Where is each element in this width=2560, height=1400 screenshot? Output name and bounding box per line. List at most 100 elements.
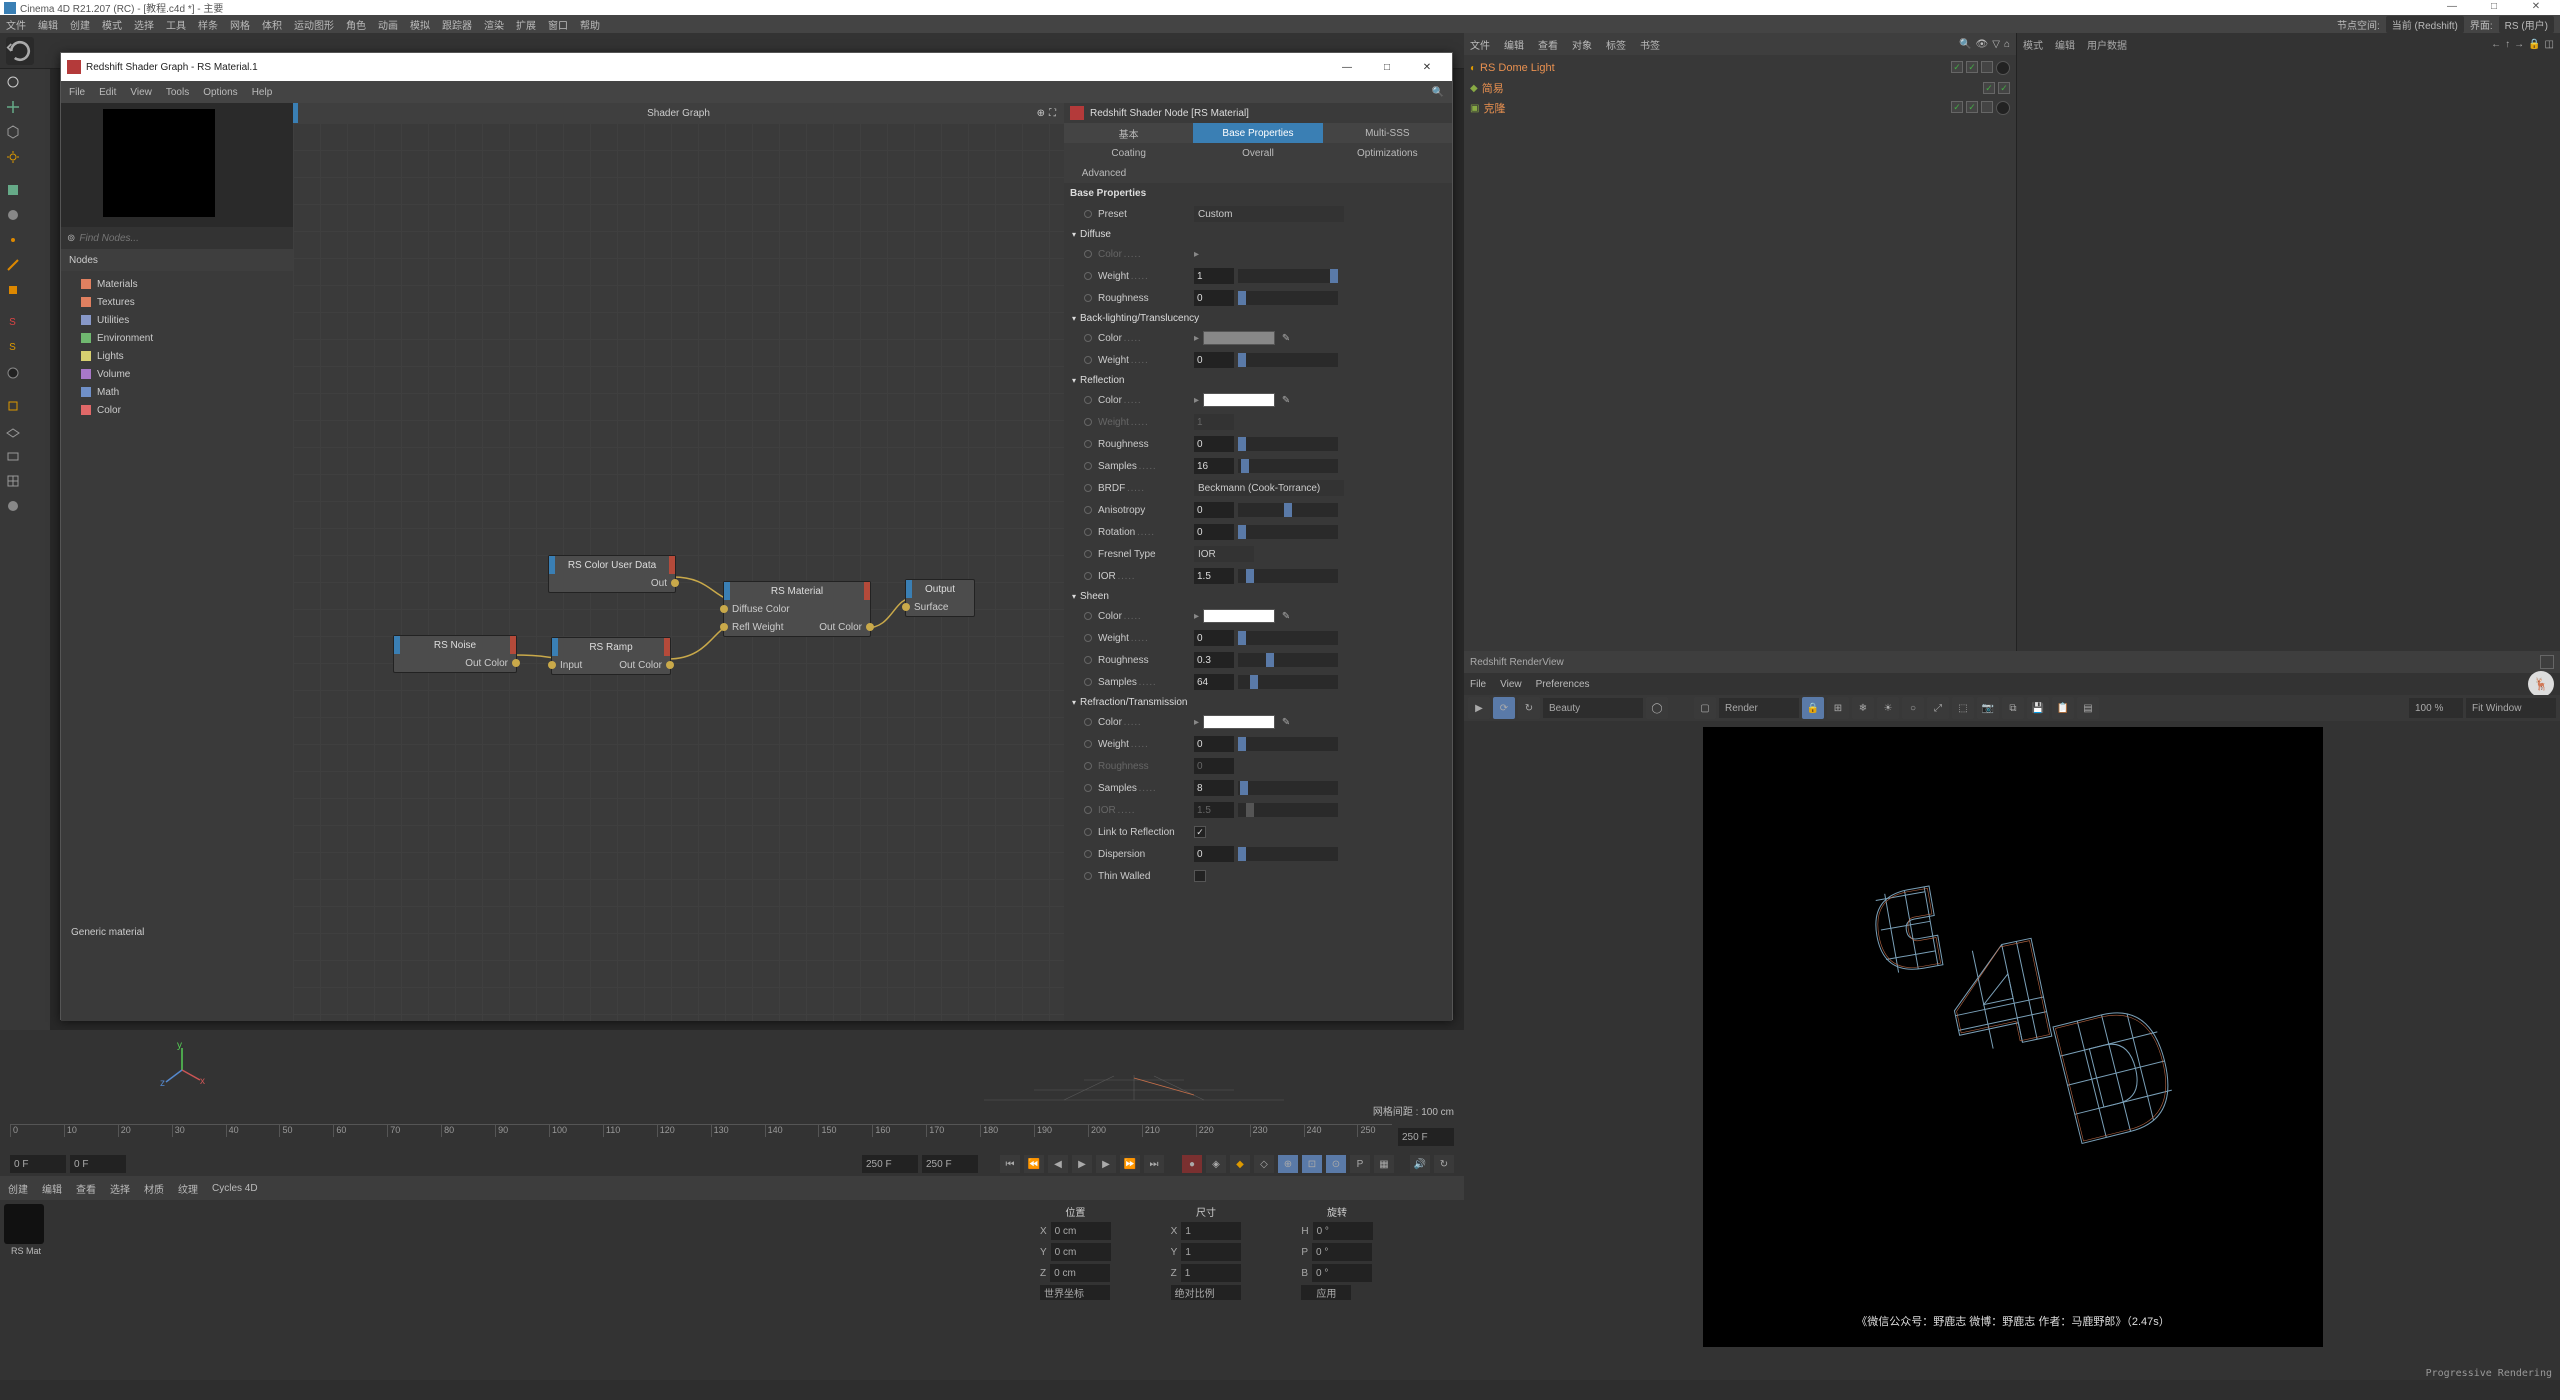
keyframe-button[interactable]: ◆ [1230, 1155, 1250, 1173]
workplane-icon[interactable] [0, 418, 25, 443]
key-all-button[interactable]: ◇ [1254, 1155, 1274, 1173]
maximize-icon[interactable]: ⛶ [1049, 108, 1056, 119]
menu-item[interactable]: File [69, 87, 85, 98]
menu-item[interactable]: 编辑 [42, 1181, 62, 1196]
zoom-field[interactable]: 100 % [2409, 698, 2463, 718]
menu-item[interactable]: 用户数据 [2087, 37, 2127, 52]
menu-item[interactable]: Edit [99, 87, 116, 98]
tab-base-properties[interactable]: Base Properties [1193, 123, 1322, 143]
gear-icon[interactable] [0, 144, 25, 169]
pos-z-input[interactable]: 0 cm [1050, 1264, 1110, 1282]
menu-item[interactable]: File [1470, 679, 1486, 690]
pin-icon[interactable]: ⊕ [1037, 108, 1045, 119]
move-icon[interactable] [0, 94, 25, 119]
prev-key-button[interactable]: ⏪ [1024, 1155, 1044, 1173]
render-toggle[interactable] [1966, 61, 1978, 73]
axis-x-icon[interactable]: S [0, 310, 25, 335]
visibility-toggle[interactable] [1983, 82, 1995, 94]
refr-weight-input[interactable]: 0 [1194, 736, 1234, 752]
menu-item[interactable]: Cycles 4D [212, 1183, 258, 1194]
history-icon[interactable]: ▤ [2077, 697, 2099, 719]
rot-key-button[interactable]: ⊙ [1326, 1155, 1346, 1173]
tree-item[interactable]: Textures [61, 293, 293, 311]
end-frame-1[interactable]: 250 F [862, 1155, 918, 1173]
menu-item[interactable]: 创建 [70, 17, 90, 32]
back-color-swatch[interactable] [1203, 331, 1275, 345]
rot-h-input[interactable]: 0 ° [1313, 1222, 1373, 1240]
circle-icon[interactable]: ○ [1902, 697, 1924, 719]
menu-item[interactable]: 工具 [166, 17, 186, 32]
tab-multisss[interactable]: Multi-SSS [1323, 123, 1452, 143]
tree-item[interactable]: Color [61, 401, 293, 419]
menu-item[interactable]: 书签 [1640, 37, 1660, 52]
shader-window-titlebar[interactable]: Redshift Shader Graph - RS Material.1 — … [61, 53, 1452, 81]
pos-key-button[interactable]: ⊕ [1278, 1155, 1298, 1173]
tab-overall[interactable]: Overall [1193, 143, 1322, 163]
tag-icon[interactable] [1981, 101, 1993, 113]
ipr-button[interactable]: ⟳ [1493, 697, 1515, 719]
restore-icon[interactable] [2540, 655, 2554, 669]
region-icon[interactable]: ⬚ [1952, 697, 1974, 719]
menu-item[interactable]: Help [252, 87, 273, 98]
autokey-button[interactable]: ◈ [1206, 1155, 1226, 1173]
menu-item[interactable]: 纹理 [178, 1181, 198, 1196]
sound-button[interactable]: 🔊 [1410, 1155, 1430, 1173]
compare-icon[interactable]: ⧉ [2002, 697, 2024, 719]
next-frame-button[interactable]: ▶ [1096, 1155, 1116, 1173]
crop-icon[interactable]: ▢ [1694, 697, 1716, 719]
poly-mode-icon[interactable] [0, 277, 25, 302]
coord-mode-select[interactable]: 世界坐标 [1040, 1285, 1110, 1300]
shader-canvas[interactable]: RS Color User Data Out RS Noise Out Colo… [293, 123, 1064, 1021]
sheen-rough-input[interactable]: 0.3 [1194, 652, 1234, 668]
tree-item[interactable]: Lights [61, 347, 293, 365]
sheen-weight-slider[interactable] [1238, 631, 1338, 645]
play-button[interactable]: ▶ [1072, 1155, 1092, 1173]
grid-icon[interactable] [0, 468, 25, 493]
lock-icon[interactable]: 🔒 [1802, 697, 1824, 719]
aniso-slider[interactable] [1238, 503, 1338, 517]
window-close[interactable]: ✕ [2516, 1, 2556, 15]
dispersion-slider[interactable] [1238, 847, 1338, 861]
material-name[interactable]: RS Mat [4, 1246, 48, 1256]
param-key-button[interactable]: P [1350, 1155, 1370, 1173]
color-picker-icon[interactable]: ✎ [1279, 331, 1293, 345]
menu-item[interactable]: 标签 [1606, 37, 1626, 52]
sheen-color-swatch[interactable] [1203, 609, 1275, 623]
node-output[interactable]: Output Surface [905, 579, 975, 617]
search-icon[interactable]: 🔍 [1959, 39, 1971, 50]
node-userdata[interactable]: RS Color User Data Out [548, 555, 676, 593]
material-item[interactable]: RS Mat [4, 1204, 48, 1256]
end-frame-2[interactable]: 250 F [922, 1155, 978, 1173]
home-icon[interactable]: ⌂ [2004, 39, 2010, 50]
object-row[interactable]: ▣ 克隆 [1464, 98, 2016, 118]
visibility-toggle[interactable] [1951, 61, 1963, 73]
refl-color-swatch[interactable] [1203, 393, 1275, 407]
diffuse-rough-input[interactable]: 0 [1194, 290, 1234, 306]
link-reflection-checkbox[interactable] [1194, 826, 1206, 838]
ior-slider[interactable] [1238, 569, 1338, 583]
menu-item[interactable]: View [1500, 679, 1522, 690]
up-icon[interactable]: ↑ [2505, 39, 2510, 50]
back-icon[interactable]: ← [2491, 39, 2501, 50]
eye-icon[interactable]: 👁 [1976, 39, 1989, 50]
shader-max-button[interactable]: □ [1368, 62, 1406, 73]
ior-input[interactable]: 1.5 [1194, 568, 1234, 584]
cube-icon[interactable] [0, 119, 25, 144]
pos-x-input[interactable]: 0 cm [1051, 1222, 1111, 1240]
menu-item[interactable]: 对象 [1572, 37, 1592, 52]
menu-item[interactable]: 查看 [1538, 37, 1558, 52]
expand-icon[interactable]: ⤢ [1927, 697, 1949, 719]
back-weight-slider[interactable] [1238, 353, 1338, 367]
edge-mode-icon[interactable] [0, 252, 25, 277]
sun-icon[interactable]: ☀ [1877, 697, 1899, 719]
material-shelf[interactable]: RS Mat [0, 1200, 1030, 1264]
menu-item[interactable]: 体积 [262, 17, 282, 32]
shader-close-button[interactable]: ✕ [1408, 62, 1446, 73]
menu-item[interactable]: Preferences [1536, 679, 1590, 690]
size-x-input[interactable]: 1 [1181, 1222, 1241, 1240]
menu-item[interactable]: 扩展 [516, 17, 536, 32]
axis-z-icon[interactable] [0, 360, 25, 385]
group-backlight[interactable]: Back-lighting/Translucency [1070, 309, 1446, 327]
tree-item[interactable]: Volume [61, 365, 293, 383]
undo-button[interactable] [6, 37, 34, 65]
